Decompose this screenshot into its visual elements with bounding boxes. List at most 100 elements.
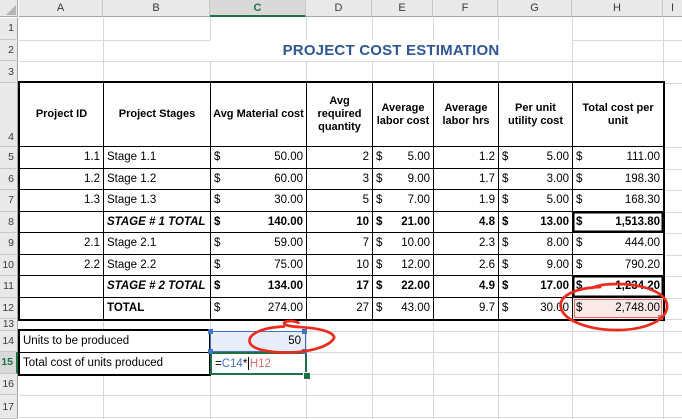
select-all-corner[interactable] <box>0 0 18 17</box>
cell-total-cost[interactable]: $790.20 <box>573 255 663 277</box>
cell-stage[interactable]: Stage 2.2 <box>104 255 211 277</box>
row-header-7[interactable]: 7 <box>0 190 18 212</box>
cell-stage[interactable]: Stage 1.2 <box>104 169 211 191</box>
row-header-8[interactable]: 8 <box>0 212 18 234</box>
total-cost-of-units-label[interactable]: Total cost of units produced <box>18 353 211 376</box>
cell-material-cost[interactable]: $60.00 <box>211 169 307 191</box>
row-header-6[interactable]: 6 <box>0 169 18 191</box>
cell-project-id[interactable]: 2.1 <box>20 233 104 255</box>
row-header-9[interactable]: 9 <box>0 233 18 255</box>
row-header-5[interactable]: 5 <box>0 147 18 169</box>
row-header-4[interactable]: 4 <box>0 83 18 147</box>
column-header-c[interactable]: C <box>210 0 306 17</box>
cell-material-cost[interactable]: $75.00 <box>211 255 307 277</box>
cell-utility-cost[interactable]: $9.00 <box>499 255 573 277</box>
cell-quantity[interactable]: 10 <box>307 255 373 277</box>
cell-total-cost[interactable]: $1,513.80 <box>573 212 663 234</box>
column-header-h[interactable]: H <box>572 0 663 17</box>
cell-material-cost[interactable]: $140.00 <box>211 212 307 234</box>
column-header-f[interactable]: F <box>433 0 498 17</box>
fill-handle[interactable] <box>303 372 311 380</box>
row-header-15[interactable]: 15 <box>0 352 18 374</box>
cell-material-cost[interactable]: $30.00 <box>211 190 307 212</box>
cell-labor-hrs[interactable]: 4.8 <box>434 212 499 234</box>
row-header-1[interactable]: 1 <box>0 18 18 40</box>
cell-project-id[interactable] <box>20 276 104 298</box>
cell-stage[interactable]: TOTAL <box>104 298 211 320</box>
cell-material-cost[interactable]: $50.00 <box>211 147 307 169</box>
cell-stage[interactable]: STAGE # 1 TOTAL <box>104 212 211 234</box>
cell-quantity[interactable]: 17 <box>307 276 373 298</box>
row-header-10[interactable]: 10 <box>0 255 18 277</box>
cell-labor-cost[interactable]: $9.00 <box>373 169 434 191</box>
cell-utility-cost[interactable]: $3.00 <box>499 169 573 191</box>
cell-labor-cost[interactable]: $5.00 <box>373 147 434 169</box>
column-header-d[interactable]: D <box>306 0 372 17</box>
cell-stage[interactable]: Stage 1.1 <box>104 147 211 169</box>
cell-total-cost[interactable]: $198.30 <box>573 169 663 191</box>
cell-c14-units-value[interactable]: 50 <box>210 331 306 353</box>
cell-labor-hrs[interactable]: 2.3 <box>434 233 499 255</box>
cell-total-cost[interactable]: $1,234.20 <box>573 276 663 298</box>
cell-labor-hrs[interactable]: 9.7 <box>434 298 499 320</box>
column-header-g[interactable]: G <box>498 0 572 17</box>
column-header-b[interactable]: B <box>103 0 210 17</box>
cell-stage[interactable]: Stage 2.1 <box>104 233 211 255</box>
column-header-a[interactable]: A <box>19 0 103 17</box>
col-header-average-labor-cost[interactable]: Average labor cost <box>373 83 434 147</box>
cell-labor-cost[interactable]: $10.00 <box>373 233 434 255</box>
cell-project-id[interactable]: 2.2 <box>20 255 104 277</box>
cell-utility-cost[interactable]: $13.00 <box>499 212 573 234</box>
col-header-project-stages[interactable]: Project Stages <box>104 83 211 147</box>
row-header-11[interactable]: 11 <box>0 276 18 298</box>
cell-labor-cost[interactable]: $12.00 <box>373 255 434 277</box>
cell-quantity[interactable]: 2 <box>307 147 373 169</box>
column-header-e[interactable]: E <box>372 0 433 17</box>
row-header-17[interactable]: 17 <box>0 395 18 419</box>
cell-labor-hrs[interactable]: 4.9 <box>434 276 499 298</box>
row-header-2[interactable]: 2 <box>0 40 18 62</box>
cell-total-cost[interactable]: $444.00 <box>573 233 663 255</box>
col-header-avg-required-quantity[interactable]: Avg required quantity <box>307 83 373 147</box>
cell-quantity[interactable]: 3 <box>307 169 373 191</box>
cell-total-cost[interactable]: $168.30 <box>573 190 663 212</box>
cell-utility-cost[interactable]: $17.00 <box>499 276 573 298</box>
cell-quantity[interactable]: 10 <box>307 212 373 234</box>
row-header-14[interactable]: 14 <box>0 331 18 353</box>
cell-stage[interactable]: STAGE # 2 TOTAL <box>104 276 211 298</box>
cell-utility-cost[interactable]: $5.00 <box>499 190 573 212</box>
sheet-title[interactable]: PROJECT COST ESTIMATION <box>210 40 572 62</box>
cell-h12-reference-highlight[interactable] <box>574 299 663 319</box>
col-header-avg-material-cost[interactable]: Avg Material cost <box>211 83 307 147</box>
cell-project-id[interactable] <box>20 298 104 320</box>
cell-c15-formula-input[interactable]: =C14*H12 <box>210 352 307 375</box>
cell-quantity[interactable]: 5 <box>307 190 373 212</box>
cell-quantity[interactable]: 27 <box>307 298 373 320</box>
cell-project-id[interactable]: 1.3 <box>20 190 104 212</box>
cell-labor-cost[interactable]: $21.00 <box>373 212 434 234</box>
cell-material-cost[interactable]: $59.00 <box>211 233 307 255</box>
cell-utility-cost[interactable]: $5.00 <box>499 147 573 169</box>
cell-labor-hrs[interactable]: 1.7 <box>434 169 499 191</box>
cell-utility-cost[interactable]: $30.00 <box>499 298 573 320</box>
cell-labor-cost[interactable]: $22.00 <box>373 276 434 298</box>
cell-material-cost[interactable]: $274.00 <box>211 298 307 320</box>
column-header-i[interactable]: I <box>663 0 682 17</box>
col-header-total-cost-per-unit[interactable]: Total cost per unit <box>573 83 663 147</box>
row-header-12[interactable]: 12 <box>0 298 18 320</box>
col-header-per-unit-utility-cost[interactable]: Per unit utility cost <box>499 83 573 147</box>
cell-labor-cost[interactable]: $7.00 <box>373 190 434 212</box>
cell-quantity[interactable]: 7 <box>307 233 373 255</box>
cell-project-id[interactable]: 1.2 <box>20 169 104 191</box>
units-to-be-produced-label[interactable]: Units to be produced <box>18 329 211 353</box>
cell-stage[interactable]: Stage 1.3 <box>104 190 211 212</box>
cell-labor-hrs[interactable]: 1.2 <box>434 147 499 169</box>
cell-labor-hrs[interactable]: 2.6 <box>434 255 499 277</box>
cell-material-cost[interactable]: $134.00 <box>211 276 307 298</box>
row-header-16[interactable]: 16 <box>0 374 18 396</box>
cell-labor-hrs[interactable]: 1.9 <box>434 190 499 212</box>
cell-labor-cost[interactable]: $43.00 <box>373 298 434 320</box>
cell-utility-cost[interactable]: $8.00 <box>499 233 573 255</box>
row-header-13[interactable]: 13 <box>0 319 18 331</box>
col-header-project-id[interactable]: Project ID <box>20 83 104 147</box>
